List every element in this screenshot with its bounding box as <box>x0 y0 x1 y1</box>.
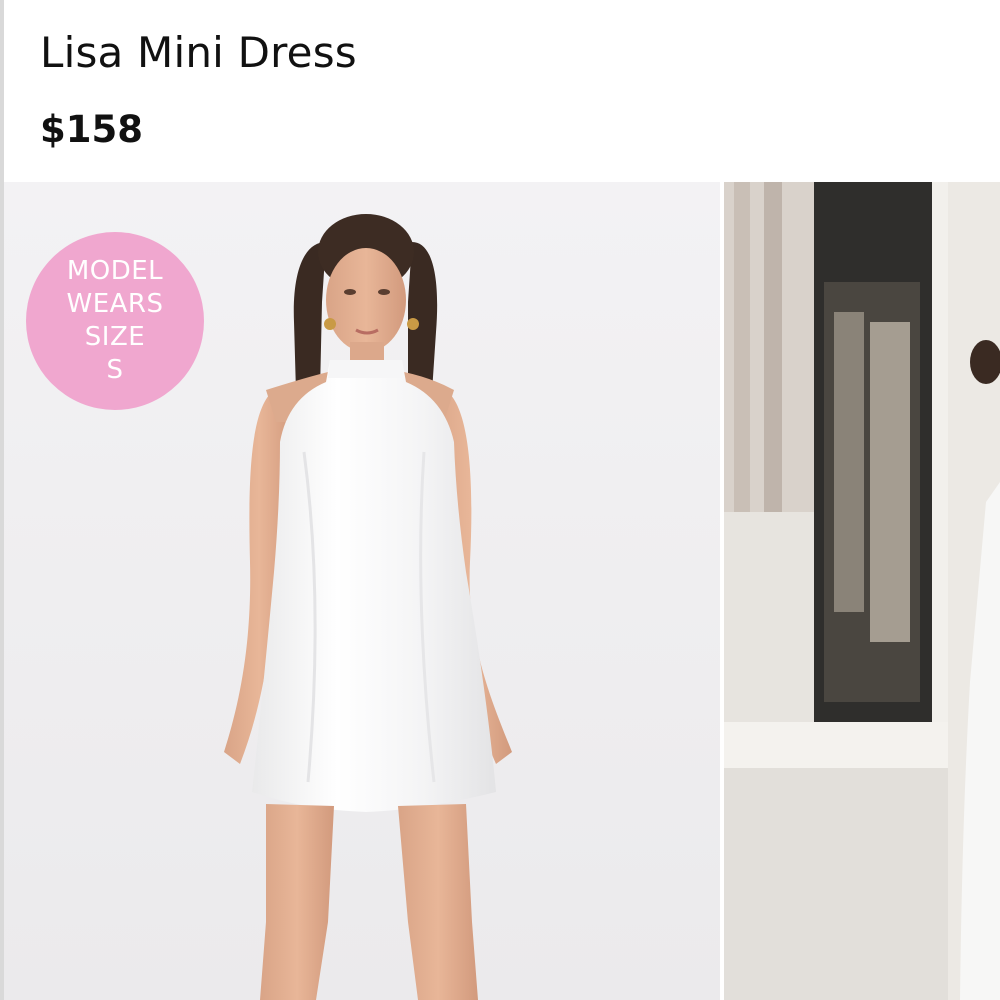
product-page: Lisa Mini Dress $158 MODEL WEARS SIZE S <box>0 0 1000 1000</box>
model-size-badge-text: MODEL WEARS SIZE S <box>66 256 164 385</box>
product-title: Lisa Mini Dress <box>40 28 357 77</box>
model-size-badge: MODEL WEARS SIZE S <box>26 232 204 410</box>
lifestyle-photo-illustration <box>724 182 1000 1000</box>
product-image-main[interactable]: MODEL WEARS SIZE S <box>4 182 720 1000</box>
product-price: $158 <box>40 108 143 151</box>
product-image-gallery[interactable]: MODEL WEARS SIZE S <box>4 182 1000 1000</box>
product-header: Lisa Mini Dress $158 <box>4 0 1000 182</box>
product-image-secondary[interactable] <box>724 182 1000 1000</box>
